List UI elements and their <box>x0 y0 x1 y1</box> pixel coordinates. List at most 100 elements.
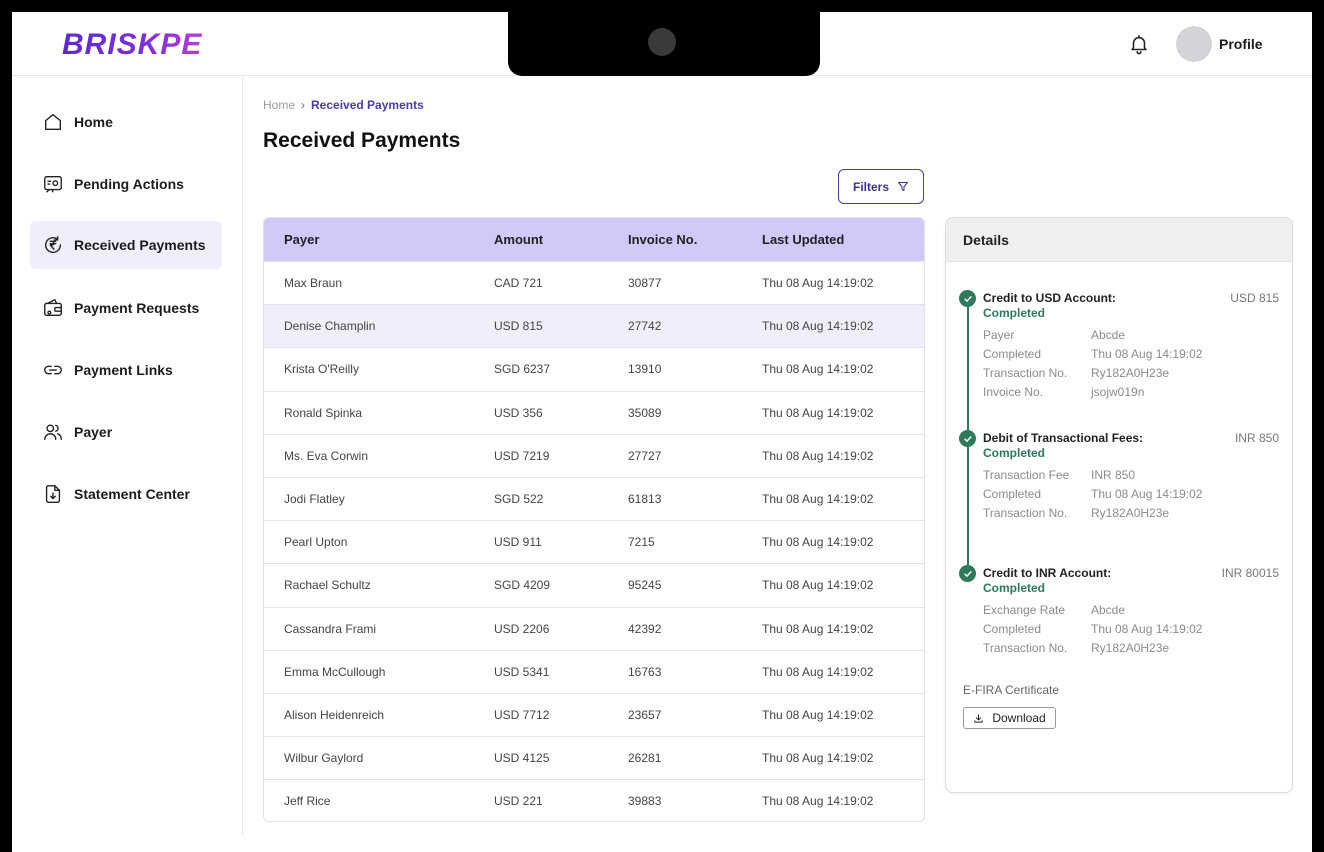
cell-payer: Cassandra Frami <box>284 621 377 636</box>
cell-amount: SGD 6237 <box>494 362 551 377</box>
breadcrumb-current: Received Payments <box>311 98 424 112</box>
link-icon <box>44 365 62 375</box>
document-download-icon <box>45 485 61 503</box>
step-status: Completed <box>983 446 1046 460</box>
table-row[interactable]: Emma McCullough USD 5341 16763 Thu 08 Aug 1… <box>264 649 924 693</box>
table-row[interactable]: Alison Heidenreich USD 7712 23657 Thu 08 Au… <box>264 692 924 736</box>
sidebar-item-label: Pending Actions <box>74 176 184 192</box>
cell-invoice: 30877 <box>628 276 662 291</box>
profile-label[interactable]: Profile <box>1219 36 1263 52</box>
cell-invoice: 27742 <box>628 319 662 334</box>
sidebar-item-received-payments[interactable]: Received Payments <box>30 221 222 269</box>
sidebar-item-payment-links[interactable]: Payment Links <box>30 346 222 394</box>
cell-amount: USD 356 <box>494 405 543 420</box>
cell-amount: USD 911 <box>494 535 542 550</box>
detail-field: Transaction No. Ry182A0H23e <box>983 641 1169 655</box>
sidebar-item-label: Payment Links <box>74 362 173 378</box>
check-circle-icon <box>959 430 976 447</box>
home-icon <box>44 113 62 131</box>
table-row[interactable]: Jeff Rice USD 221 39883 Thu 08 Aug 14:19:02 <box>264 779 924 821</box>
sidebar-item-pending-actions[interactable]: Pending Actions <box>30 160 222 208</box>
column-header-last-updated[interactable]: Last Updated <box>762 232 924 247</box>
table-body: Max Braun CAD 721 30877 Thu 08 Aug 14:19:02… <box>264 261 924 821</box>
cell-last-updated: Thu 08 Aug 14:19:02 <box>762 362 874 377</box>
step-title: Debit of Transactional Fees: <box>983 431 1144 445</box>
step-status: Completed <box>983 581 1046 595</box>
details-title: Details <box>946 218 1292 262</box>
detail-field: Transaction No. Ry182A0H23e <box>983 506 1169 520</box>
cell-last-updated: Thu 08 Aug 14:19:02 <box>762 664 874 679</box>
field-label: Completed <box>983 347 1042 361</box>
cell-last-updated: Thu 08 Aug 14:19:02 <box>762 751 874 766</box>
field-label: Transaction No. <box>983 641 1068 655</box>
table-row[interactable]: Rachael Schultz SGD 4209 95245 Thu 08 Aug 1… <box>264 563 924 606</box>
field-label: Payer <box>983 328 1015 342</box>
brand-logo[interactable]: BRISKPE <box>62 28 202 62</box>
sidebar: Home Pending Actions Received Payments P… <box>12 76 243 836</box>
table-row[interactable]: Pearl Upton USD 911 7215 Thu 08 Aug 14:19:0… <box>264 520 924 563</box>
cell-payer: Rachael Schultz <box>284 578 371 593</box>
bell-icon[interactable] <box>1128 32 1150 56</box>
sidebar-item-payment-requests[interactable]: Payment Requests <box>30 284 222 332</box>
cell-invoice: 13910 <box>628 362 662 377</box>
column-header-invoice[interactable]: Invoice No. <box>628 232 762 247</box>
cell-amount: USD 2206 <box>494 621 550 636</box>
cell-last-updated: Thu 08 Aug 14:19:02 <box>762 707 874 722</box>
step-amount: INR 80015 <box>1221 566 1279 580</box>
detail-field: Transaction No. Ry182A0H23e <box>983 366 1169 380</box>
table-row[interactable]: Jodi Flatley SGD 522 61813 Thu 08 Aug 14:19… <box>264 476 924 520</box>
cell-payer: Ms. Eva Corwin <box>284 448 369 463</box>
detail-field: Transaction Fee INR 850 <box>983 468 1135 482</box>
field-value: jsojw019n <box>1091 385 1145 399</box>
cell-payer: Jodi Flatley <box>284 492 345 507</box>
filters-label: Filters <box>852 179 889 194</box>
step-title: Credit to INR Account: <box>983 566 1112 580</box>
cell-last-updated: Thu 08 Aug 14:19:02 <box>762 276 874 291</box>
field-value: Abcde <box>1091 328 1126 342</box>
cell-invoice: 35089 <box>628 405 662 420</box>
step-title: Credit to USD Account: <box>983 291 1116 305</box>
payments-table: Payer Amount Invoice No. Last Updated Ma… <box>263 217 925 822</box>
cell-payer: Emma McCullough <box>284 664 386 679</box>
detail-field: Invoice No. jsojw019n <box>983 385 1144 399</box>
cell-amount: SGD 522 <box>494 492 544 507</box>
column-header-payer[interactable]: Payer <box>264 232 494 247</box>
cell-payer: Ronald Spinka <box>284 405 363 420</box>
download-button[interactable]: Download <box>963 707 1056 729</box>
sidebar-item-home[interactable]: Home <box>30 98 222 146</box>
cell-invoice: 27727 <box>628 448 662 463</box>
details-panel: Details Credit to USD Account: Completed… <box>945 217 1293 793</box>
cell-payer: Alison Heidenreich <box>284 707 385 722</box>
sidebar-item-label: Payer <box>74 424 113 440</box>
table-row[interactable]: Ms. Eva Corwin USD 7219 27727 Thu 08 Aug 14… <box>264 433 924 477</box>
cell-last-updated: Thu 08 Aug 14:19:02 <box>762 794 874 809</box>
table-row[interactable]: Denise Champlin USD 815 27742 Thu 08 Aug 14… <box>264 304 924 348</box>
filter-funnel-icon <box>898 182 908 191</box>
field-label: Completed <box>983 622 1042 636</box>
users-icon <box>44 424 62 441</box>
table-row[interactable]: Max Braun CAD 721 30877 Thu 08 Aug 14:19:02 <box>264 261 924 304</box>
table-row[interactable]: Cassandra Frami USD 2206 42392 Thu 08 Aug 1… <box>264 606 924 650</box>
cell-amount: USD 4125 <box>494 751 550 766</box>
field-value: Ry182A0H23e <box>1091 506 1170 520</box>
cell-amount: USD 815 <box>494 319 543 334</box>
sidebar-item-payer[interactable]: Payer <box>30 408 222 456</box>
camera-dot <box>648 28 676 56</box>
step-amount: USD 815 <box>1230 291 1279 305</box>
filters-button[interactable]: Filters <box>838 169 924 204</box>
table-row[interactable]: Krista O'Reilly SGD 6237 13910 Thu 08 Aug 1… <box>264 347 924 390</box>
column-header-amount[interactable]: Amount <box>494 232 628 247</box>
avatar[interactable] <box>1176 26 1212 62</box>
cell-payer: Jeff Rice <box>284 794 331 809</box>
table-header: Payer Amount Invoice No. Last Updated <box>264 218 924 261</box>
cell-amount: USD 7219 <box>494 448 550 463</box>
page-title: Received Payments <box>263 129 461 152</box>
table-row[interactable]: Wilbur Gaylord USD 4125 26281 Thu 08 Aug 14… <box>264 736 924 779</box>
sidebar-item-statement-center[interactable]: Statement Center <box>30 470 222 518</box>
cell-invoice: 26281 <box>628 751 662 766</box>
cell-invoice: 61813 <box>628 492 662 507</box>
breadcrumb: Home › Received Payments <box>263 98 424 112</box>
cell-invoice: 39883 <box>628 794 662 809</box>
table-row[interactable]: Ronald Spinka USD 356 35089 Thu 08 Aug 14:1… <box>264 390 924 434</box>
breadcrumb-home[interactable]: Home <box>263 98 295 112</box>
